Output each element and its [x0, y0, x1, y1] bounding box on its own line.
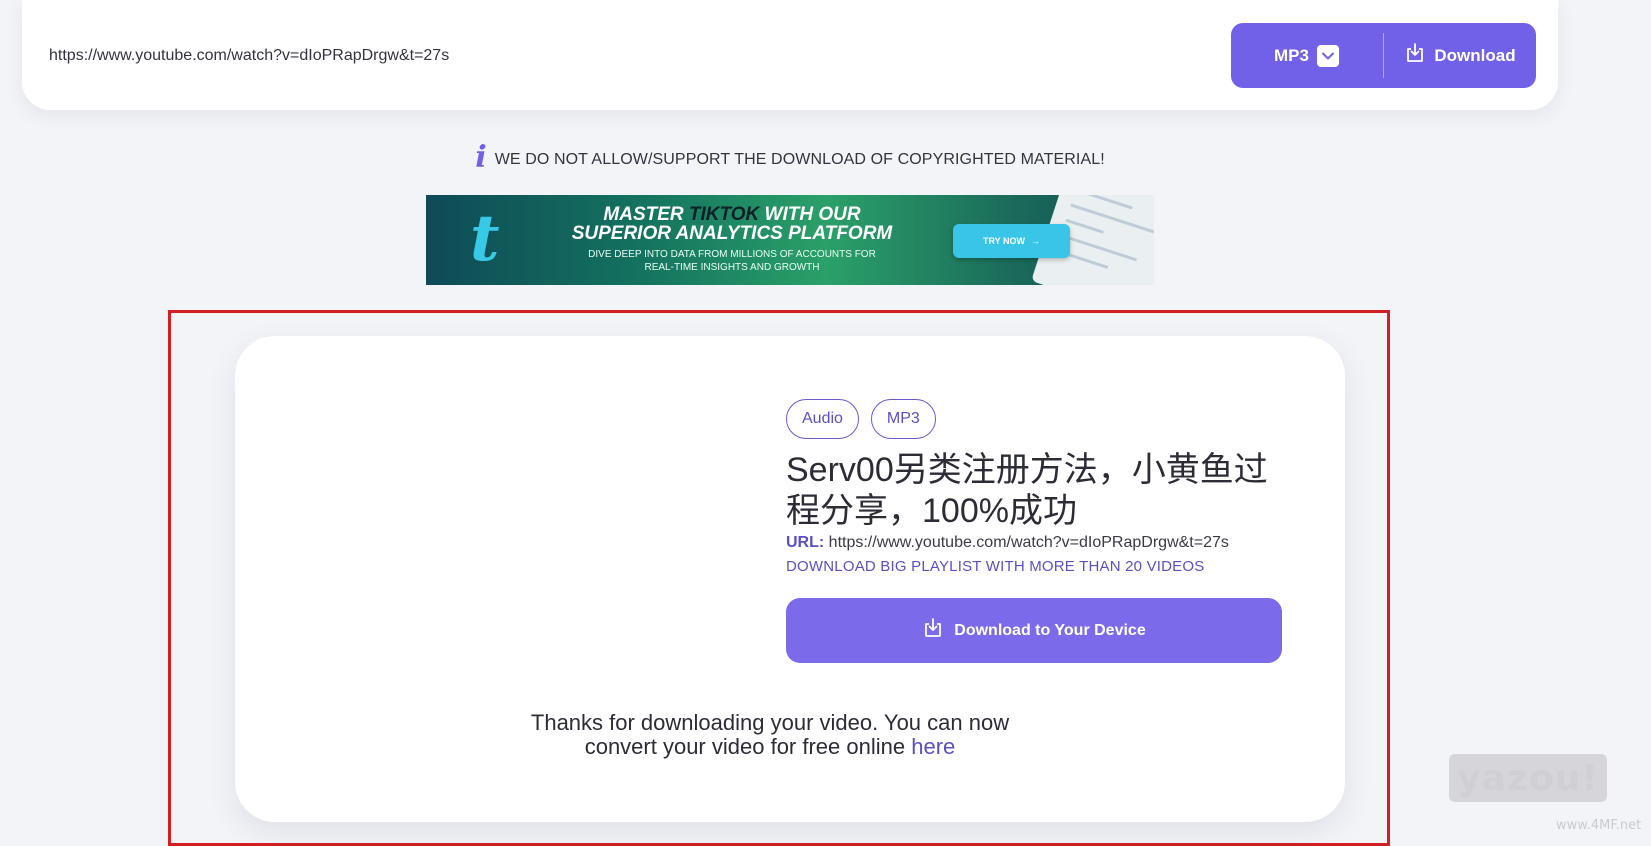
tiktok-analytics-logo: t — [470, 201, 500, 276]
notice-text: WE DO NOT ALLOW/SUPPORT THE DOWNLOAD OF … — [494, 151, 1105, 168]
download-to-device-label: Download to Your Device — [954, 621, 1146, 639]
tag-audio: Audio — [786, 399, 859, 439]
download-to-device-button[interactable]: Download to Your Device — [786, 598, 1282, 663]
video-title: Serv00另类注册方法，小黄鱼过程分享，100%成功 — [786, 451, 1268, 530]
arrow-right-icon: → — [1031, 236, 1040, 246]
format-select[interactable]: MP3 — [1231, 23, 1382, 88]
ad-banner[interactable]: t MASTER TIKTOK WITH OUR SUPERIOR ANALYT… — [426, 195, 1154, 285]
banner-subtext: DIVE DEEP INTO DATA FROM MILLIONS OF ACC… — [588, 249, 876, 273]
tag-format: MP3 — [870, 399, 936, 439]
watermark-logo: yazou! — [1449, 754, 1607, 802]
chevron-down-icon — [1316, 44, 1339, 67]
copyright-notice: i WE DO NOT ALLOW/SUPPORT THE DOWNLOAD OF… — [0, 140, 1580, 175]
url-search-bar: MP3 Download — [22, 0, 1558, 110]
convert-here-link[interactable]: here — [911, 734, 955, 759]
playlist-download-link[interactable]: DOWNLOAD BIG PLAYLIST WITH MORE THAN 20 … — [786, 558, 1204, 575]
result-card: Audio MP3 Serv00另类注册方法，小黄鱼过程分享，100%成功 UR… — [235, 336, 1345, 822]
action-button-group: MP3 Download — [1231, 23, 1536, 88]
watermark-site: www.4MF.net — [1556, 818, 1642, 833]
url-input[interactable] — [49, 42, 1199, 70]
info-icon: i — [475, 140, 487, 175]
download-icon — [1404, 42, 1426, 69]
format-selected-label: MP3 — [1274, 45, 1309, 65]
download-icon — [922, 617, 944, 644]
thanks-message: Thanks for downloading your video. You c… — [530, 710, 1010, 759]
url-value: https://www.youtube.com/watch?v=dIoPRapD… — [828, 534, 1229, 551]
video-url: URL: https://www.youtube.com/watch?v=dIo… — [786, 534, 1229, 552]
download-button-label: Download — [1434, 45, 1516, 65]
try-now-button[interactable]: TRY NOW → — [953, 224, 1070, 258]
banner-headline: MASTER TIKTOK WITH OUR SUPERIOR ANALYTIC… — [571, 204, 893, 244]
url-label: URL: — [786, 534, 825, 551]
download-button[interactable]: Download — [1384, 23, 1536, 88]
tag-list: Audio MP3 — [786, 399, 936, 439]
